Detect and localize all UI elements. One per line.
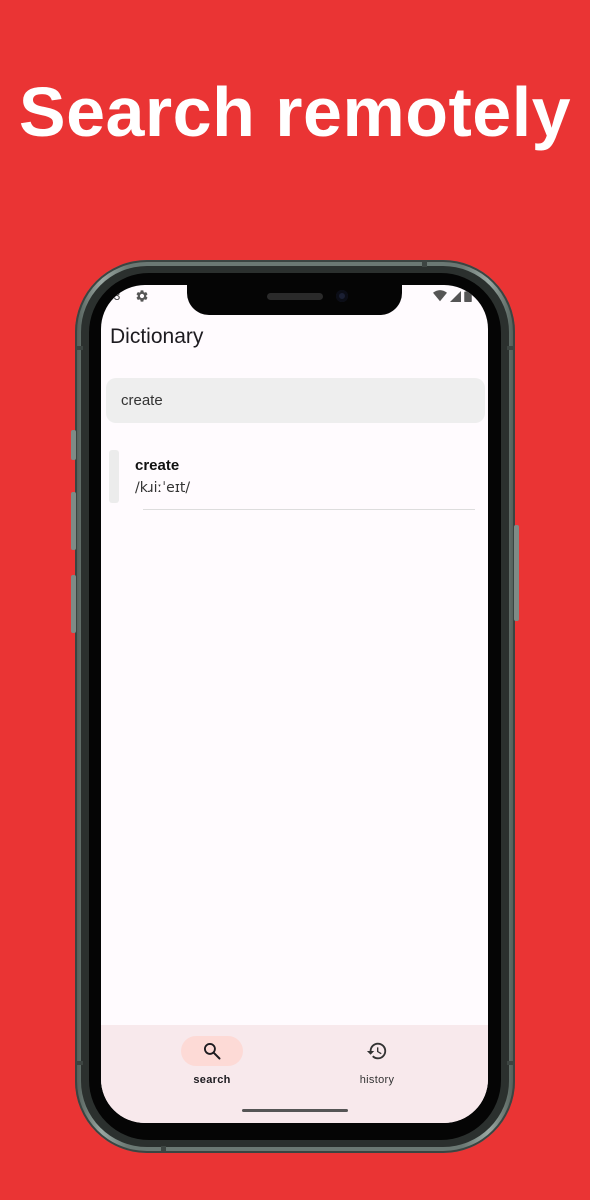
settings-gear-icon	[136, 290, 148, 302]
antenna-band	[161, 1146, 166, 1153]
search-field[interactable]	[106, 378, 485, 423]
home-indicator[interactable]	[242, 1109, 348, 1112]
nav-label-history: history	[359, 1074, 395, 1086]
list-item[interactable]: create /kɹiːˈeɪt/	[109, 450, 479, 510]
phone-frame: 53 Dictionary create create /kɹiːˈeɪt/ s…	[71, 260, 519, 1153]
phone-screen: 53 Dictionary create create /kɹiːˈeɪt/ s…	[101, 285, 488, 1123]
battery-icon	[464, 290, 472, 302]
list-item-marker	[109, 450, 119, 503]
antenna-band	[507, 1061, 515, 1065]
nav-item-history[interactable]: history	[317, 1036, 437, 1096]
volume-down-button	[71, 575, 76, 633]
antenna-band	[75, 1061, 83, 1065]
antenna-band	[75, 346, 83, 350]
cell-signal-icon	[450, 290, 461, 302]
nav-item-search[interactable]: search	[152, 1036, 272, 1096]
nav-icon-container	[346, 1036, 408, 1066]
search-icon	[204, 1043, 221, 1060]
result-word: create	[135, 457, 180, 474]
wifi-icon	[433, 290, 447, 302]
divider	[143, 509, 475, 510]
search-input[interactable]	[121, 392, 451, 409]
app-title: Dictionary	[110, 325, 204, 348]
nav-active-indicator	[181, 1036, 243, 1066]
nav-label-search: search	[193, 1074, 231, 1086]
headline: Search remotely	[18, 73, 572, 151]
history-icon	[366, 1042, 387, 1060]
result-phonetic: /kɹiːˈeɪt/	[135, 480, 191, 496]
front-camera	[336, 290, 348, 302]
antenna-band	[507, 346, 515, 350]
status-time: 53	[107, 289, 121, 303]
antenna-band	[422, 260, 427, 267]
power-button	[514, 525, 519, 621]
mute-switch	[71, 430, 76, 460]
speaker-grille	[267, 293, 323, 300]
volume-up-button	[71, 492, 76, 550]
bottom-navigation: search history	[101, 1025, 488, 1123]
notch	[187, 285, 402, 315]
status-icons	[433, 290, 472, 302]
